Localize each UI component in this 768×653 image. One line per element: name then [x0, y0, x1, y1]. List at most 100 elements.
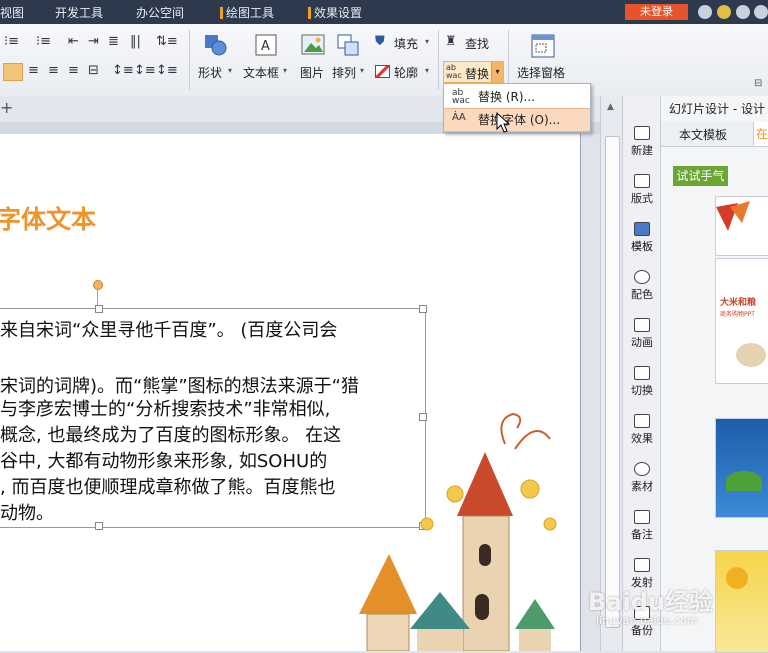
- add-icon[interactable]: +: [0, 98, 13, 117]
- template-thumb[interactable]: [715, 196, 768, 256]
- sidebar-item-animation[interactable]: 动画: [623, 318, 661, 350]
- align-center-icon[interactable]: ≡: [28, 63, 39, 78]
- resize-handle[interactable]: [95, 305, 103, 313]
- body-line: 动物。: [0, 503, 54, 524]
- sidebar-item-transition[interactable]: 切换: [623, 366, 661, 398]
- chevron-down-icon[interactable]: ▾: [491, 62, 503, 82]
- menu-item-replace[interactable]: ab wac 替换 (R)...: [444, 86, 590, 108]
- bullets-icon[interactable]: ⁝≡: [4, 34, 19, 49]
- help-icon[interactable]: [736, 5, 750, 19]
- panel-title: 幻灯片设计 - 设计: [669, 102, 765, 116]
- palette-icon: [634, 270, 650, 284]
- chevron-down-icon: ▾: [360, 66, 365, 75]
- tab-other[interactable]: 在: [753, 122, 768, 146]
- menu-item-replace-font[interactable]: ȦA 替换字体 (O)...: [444, 108, 590, 132]
- outline-button[interactable]: 轮廓 ▾: [375, 63, 435, 81]
- numbering-icon[interactable]: ⁝≡: [36, 34, 51, 49]
- rotate-handle[interactable]: [93, 280, 103, 290]
- transition-icon: [634, 366, 650, 380]
- tab-view[interactable]: 视图: [0, 4, 24, 21]
- body-line: , 而百度也便顺理成章称做了熊。百度熊也: [0, 477, 336, 498]
- justify-icon[interactable]: ≡: [68, 63, 79, 78]
- para-spacing-icon[interactable]: ↕≡: [112, 63, 134, 78]
- replace-button[interactable]: ab wac 替换 ▾: [443, 61, 504, 83]
- arrange-icon: [337, 34, 359, 56]
- flower-image: [726, 567, 748, 589]
- template-thumb[interactable]: [715, 550, 768, 653]
- sidebar-item-label: 效果: [631, 432, 653, 445]
- font-replace-icon: ȦA: [452, 112, 466, 123]
- tab-drawing-tools[interactable]: 绘图工具: [220, 4, 274, 21]
- sidebar-item-material[interactable]: 素材: [623, 462, 661, 494]
- sidebar-item-effect[interactable]: 效果: [623, 414, 661, 446]
- sidebar-item-label: 动画: [631, 336, 653, 349]
- thumb-subtitle: 商务购物PPT: [720, 311, 755, 318]
- outdent-icon[interactable]: ⇤: [68, 34, 79, 49]
- ribbon-separator: [189, 30, 190, 90]
- replace-label: 替换: [465, 67, 490, 81]
- slide-title[interactable]: 字体文本: [0, 200, 96, 236]
- chevron-down-icon: ▾: [228, 66, 233, 75]
- columns-icon[interactable]: ‖|: [130, 34, 141, 49]
- para-spacing2-icon[interactable]: ↕≡: [134, 63, 156, 78]
- sidebar-item-layout[interactable]: 版式: [623, 174, 661, 206]
- resize-handle[interactable]: [419, 305, 427, 313]
- slide-canvas[interactable]: 字体文本 来自宋词“众里寻他千百度”。 (百度公司会 宋词的词牌)。而“熊掌”图…: [0, 134, 581, 651]
- material-icon: [634, 462, 650, 476]
- tab-office-space[interactable]: 办公空间: [136, 4, 184, 21]
- vertical-scrollbar[interactable]: ▲: [600, 96, 623, 651]
- shapes-icon: [205, 35, 227, 56]
- tab-effect-settings[interactable]: 效果设置: [308, 4, 362, 21]
- ab-wac-replace-icon: ab wac: [452, 88, 470, 106]
- sidebar-item-label: 素材: [631, 480, 653, 493]
- arrange-button[interactable]: 排列 ▾: [332, 32, 372, 92]
- align-left-icon[interactable]: [3, 63, 23, 81]
- fill-button[interactable]: ⛊ 填充 ▾: [375, 34, 435, 52]
- skin-icon[interactable]: [717, 5, 731, 19]
- body-line: 谷中, 大都有动物形象来形象, 如SOHU的: [0, 451, 328, 472]
- textbox-icon: A: [255, 34, 277, 56]
- picture-icon: [301, 34, 325, 55]
- theme-icon[interactable]: [698, 5, 712, 19]
- body-line: 来自宋词“众里寻他千百度”。 (百度公司会: [0, 320, 338, 341]
- shape-label: 形状: [198, 66, 223, 80]
- find-label: 查找: [465, 37, 490, 51]
- sidebar-item-color[interactable]: 配色: [623, 270, 661, 302]
- template-thumb[interactable]: [715, 418, 768, 518]
- align-right-icon[interactable]: ≡: [48, 63, 59, 78]
- login-button[interactable]: 未登录: [625, 4, 688, 20]
- effect-icon: [634, 414, 650, 428]
- top-tab-bar: 视图 开发工具 办公空间 绘图工具 效果设置 未登录: [0, 0, 768, 24]
- picture-button[interactable]: 图片: [298, 32, 328, 92]
- tab-developer[interactable]: 开发工具: [55, 4, 103, 21]
- line-spacing2-icon[interactable]: ↕≡: [156, 63, 178, 78]
- distribute-icon[interactable]: ⊟: [88, 63, 99, 78]
- textbox-button[interactable]: A 文本框 ▾: [243, 32, 289, 92]
- scroll-thumb[interactable]: [605, 136, 620, 628]
- sidebar-item-notes[interactable]: 备注: [623, 510, 661, 542]
- find-button[interactable]: ♜ 查找: [445, 34, 497, 52]
- binoculars-icon: ♜: [445, 34, 457, 49]
- collapse-icon[interactable]: [754, 5, 768, 19]
- sidebar-item-new[interactable]: 新建: [623, 126, 661, 158]
- text-direction-icon[interactable]: ⇅≡: [156, 34, 178, 49]
- shape-button[interactable]: 形状 ▾: [196, 32, 232, 92]
- sidebar-item-label: 模板: [631, 240, 653, 253]
- scroll-up-icon[interactable]: ▲: [607, 102, 614, 112]
- resize-handle[interactable]: [95, 522, 103, 530]
- outline-label: 轮廓: [394, 66, 419, 80]
- sidebar-item-template[interactable]: 模板: [623, 222, 661, 254]
- sidebar-item-label: 切换: [631, 384, 653, 397]
- chevron-down-icon: ▾: [425, 37, 430, 46]
- arrange-label: 排列: [332, 66, 357, 80]
- ribbon-options-icon[interactable]: ⊟: [754, 78, 762, 89]
- animation-star-icon: [634, 318, 650, 332]
- template-thumb[interactable]: 大米和粮 商务购物PPT: [715, 258, 768, 384]
- try-luck-button[interactable]: 试试手气: [673, 166, 728, 186]
- tab-text-template[interactable]: 本文模板: [679, 126, 727, 143]
- indent-icon[interactable]: ⇥: [88, 34, 99, 49]
- tab-effect-settings-label: 效果设置: [314, 6, 363, 20]
- body-line: 与李彦宏博士的“分析搜索技术”非常相似,: [0, 399, 331, 420]
- line-spacing-icon[interactable]: ≣: [108, 34, 119, 49]
- tab-drawing-tools-label: 绘图工具: [226, 6, 275, 20]
